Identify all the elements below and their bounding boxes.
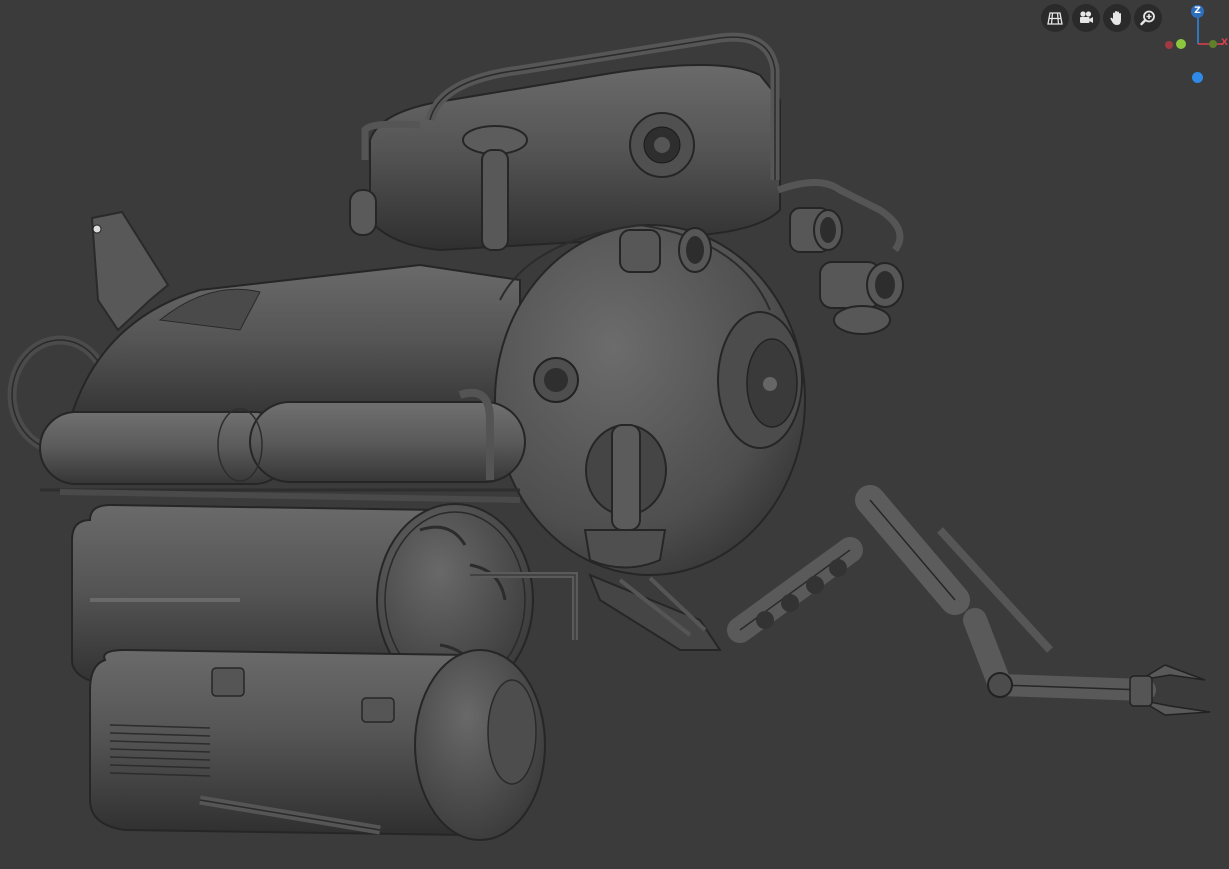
perspective-toggle-button[interactable] [1041,4,1069,32]
grid-icon [1047,12,1063,25]
axis-gizmo[interactable]: Z X [1160,2,1229,86]
z-axis-negative-handle[interactable] [1192,72,1203,83]
x-axis-negative-handle[interactable] [1165,41,1173,49]
y-axis-handle[interactable] [1176,39,1186,49]
pan-button[interactable] [1103,4,1131,32]
camera-icon [1080,11,1093,23]
submarine-model [7,32,1211,841]
x-axis-label[interactable]: X [1219,37,1229,50]
z-axis-label[interactable]: Z [1191,5,1204,18]
y-axis-negative-handle[interactable] [1209,40,1217,48]
3d-viewport[interactable]: Z X [0,0,1229,869]
zoom-icon [1140,10,1155,26]
viewport-nav-toolbar [1041,4,1162,32]
camera-button[interactable] [1072,4,1100,32]
zoom-button[interactable] [1134,4,1162,32]
hand-icon [1110,11,1121,25]
